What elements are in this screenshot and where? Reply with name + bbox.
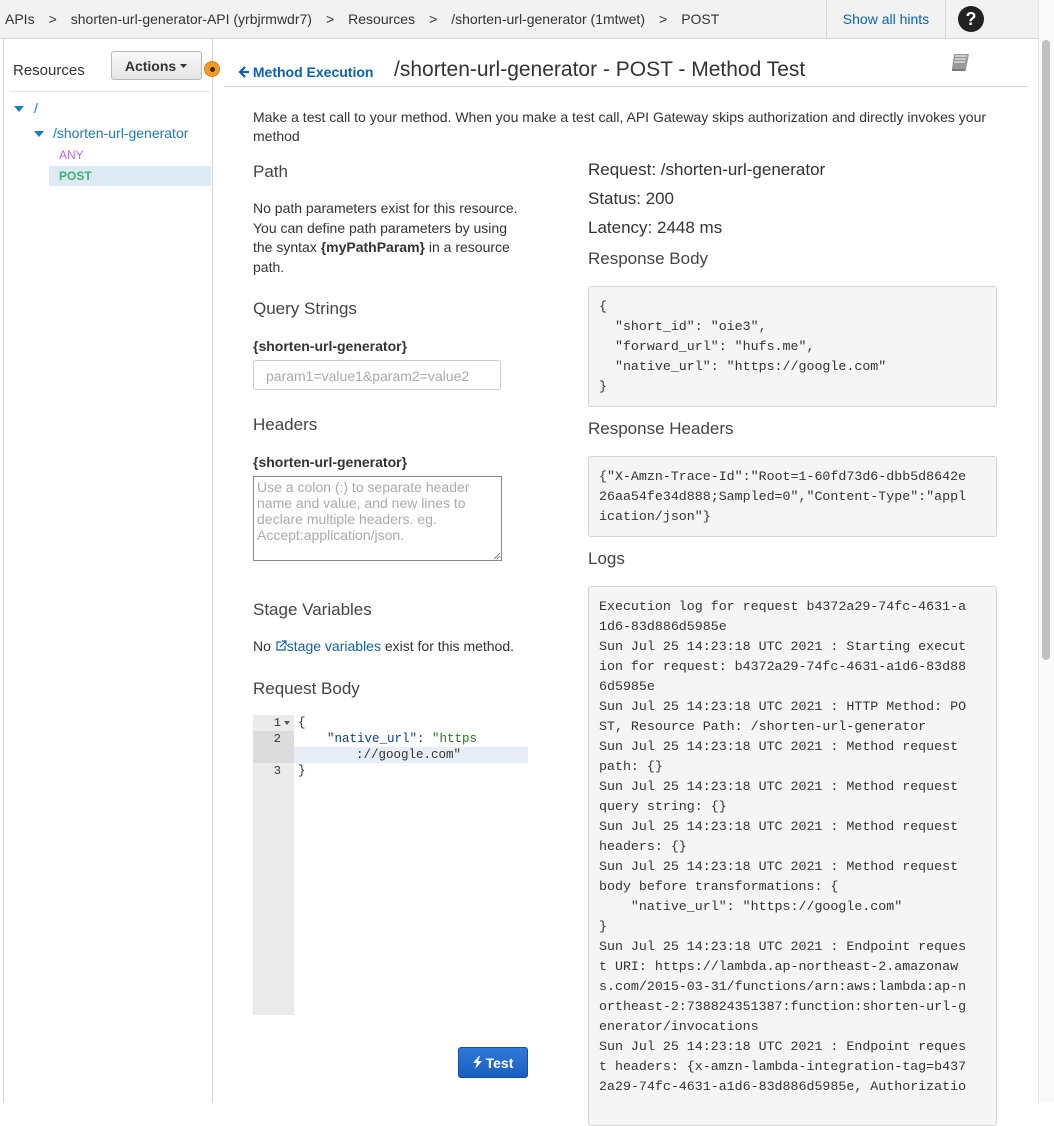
stage-text-part: No (253, 638, 275, 654)
line-number: 3 (273, 764, 281, 778)
code-open-brace: { (298, 716, 306, 730)
breadcrumb-separator: > (325, 11, 335, 27)
breadcrumb: APIs > shorten-url-generator-API (yrbjrmwd… (5, 11, 719, 27)
tree-method-post: POST (59, 169, 92, 183)
path-description: No path parameters exist for this resour… (253, 199, 528, 277)
breadcrumb-separator: > (659, 11, 668, 27)
breadcrumb-resource[interactable]: /shorten-url-generator (1mtwet) (451, 11, 645, 27)
query-strings-label: {shorten-url-generator} (253, 338, 408, 354)
line-number: 1 (273, 716, 281, 730)
tree-resource[interactable]: /shorten-url-generator (53, 125, 188, 141)
book-icon[interactable] (950, 52, 972, 72)
request-body-heading: Request Body (253, 679, 360, 698)
scrollbar-thumb[interactable] (1042, 40, 1050, 660)
headers-heading: Headers (253, 415, 318, 434)
breadcrumb-method: POST (681, 11, 720, 27)
breadcrumb-separator: > (48, 11, 57, 27)
breadcrumb-resources[interactable]: Resources (348, 11, 415, 27)
tree-method-any[interactable]: ANY (59, 148, 84, 162)
top-bar: APIs > shorten-url-generator-API (yrbjrmwd… (0, 0, 1038, 39)
caret-left-icon (238, 66, 249, 78)
breadcrumb-apis[interactable]: APIs (5, 11, 35, 27)
caret-down-icon[interactable] (14, 105, 24, 113)
show-all-hints-link[interactable]: Show all hints (826, 0, 946, 38)
code-colon: : (417, 732, 433, 746)
query-strings-heading: Query Strings (253, 299, 357, 318)
test-label: Test (485, 1054, 514, 1071)
method-execution-label: Method Execution (252, 64, 374, 80)
query-string-input[interactable]: param1=value1&param2=value2 (253, 360, 501, 390)
code-close-brace: } (298, 764, 306, 778)
code-line-2: "native_url": "https (327, 732, 477, 746)
bolt-icon (472, 1056, 482, 1069)
hint-dot-icon[interactable] (204, 61, 220, 77)
latency: Latency: 2448 ms (588, 218, 723, 237)
path-param-syntax: {myPathParam} (320, 239, 425, 255)
line-number: 2 (273, 732, 281, 746)
divider (224, 86, 1028, 87)
code-value-wrap: ://google.com" (356, 748, 462, 762)
fold-caret-icon[interactable] (284, 721, 291, 726)
response-headers: {"X-Amzn-Trace-Id":"Root=1-60fd73d6-dbb5… (588, 456, 997, 537)
headers-textarea[interactable]: Use a colon (:) to separate header name … (253, 476, 502, 561)
resize-handle-icon[interactable] (494, 553, 501, 560)
response-body-heading: Response Body (588, 249, 709, 268)
caret-down-icon[interactable] (34, 130, 44, 138)
panel-border (3, 39, 4, 1103)
breadcrumb-api[interactable]: shorten-url-generator-API (yrbjrmwdr7) (71, 11, 312, 27)
response-body: { "short_id": "oie3", "forward_url": "hu… (588, 286, 997, 407)
stage-variables-link[interactable]: stage variables (287, 638, 381, 654)
breadcrumb-separator: > (429, 11, 438, 27)
logs-box[interactable]: Execution log for request b4372a29-74fc-… (588, 586, 997, 1126)
tree-method-post-row[interactable]: POST (49, 166, 211, 186)
resources-title: Resources (13, 62, 85, 79)
divider (10, 91, 210, 92)
headers-label: {shorten-url-generator} (253, 454, 408, 470)
stage-text-part: exist for this method. (380, 638, 515, 654)
logs-heading: Logs (588, 549, 625, 568)
request-body-editor[interactable]: 1 2 3 { "native_url": "https ://google.c… (253, 715, 528, 1015)
caret-down-icon (180, 63, 188, 68)
code-key: "native_url" (327, 732, 418, 746)
status: Status: 200 (588, 189, 675, 208)
response-headers-heading: Response Headers (588, 419, 734, 438)
method-execution-link[interactable]: Method Execution (238, 64, 373, 80)
path-heading: Path (253, 162, 288, 181)
tree-root[interactable]: / (34, 100, 38, 116)
actions-label: Actions (124, 57, 177, 74)
help-icon[interactable]: ? (958, 6, 984, 32)
test-button[interactable]: Test (458, 1047, 528, 1078)
stage-variables-heading: Stage Variables (253, 600, 372, 619)
external-link-icon (276, 640, 287, 651)
resources-panel: Resources Actions / /shorten-url-generat… (0, 39, 220, 1103)
intro-text: Make a test call to your method. When yo… (253, 109, 987, 144)
actions-button[interactable]: Actions (111, 51, 202, 80)
code-value: "https (432, 732, 478, 746)
page-title: /shorten-url-generator - POST - Method T… (394, 58, 806, 81)
stage-variables-text: No stage variables exist for this method… (253, 638, 514, 654)
request-path: Request: /shorten-url-generator (588, 160, 826, 179)
